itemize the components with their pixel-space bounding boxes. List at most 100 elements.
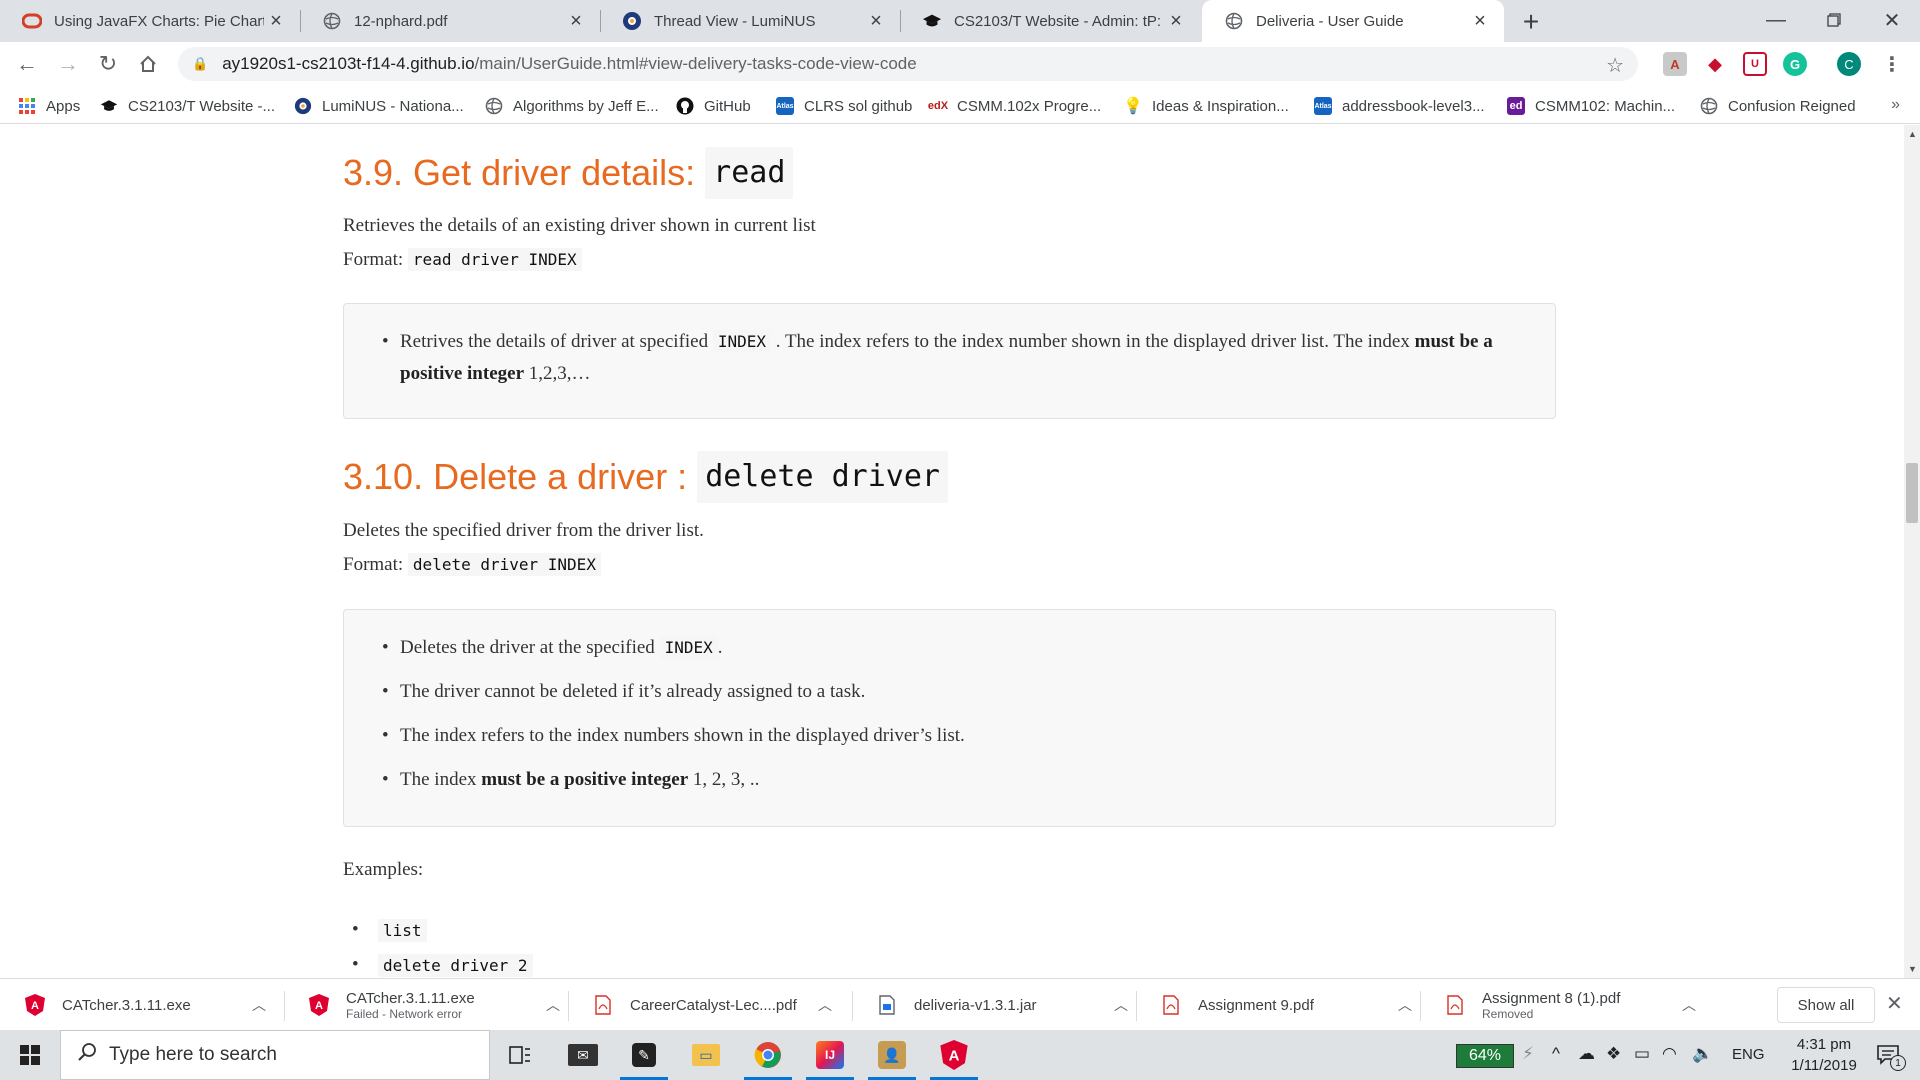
task-view-icon[interactable] [490, 1030, 550, 1080]
tab-javafx-charts[interactable]: Using JavaFX Charts: Pie Chart | J × [0, 0, 300, 42]
note-text: 1, 2, 3, .. [692, 769, 760, 790]
angular-icon[interactable]: A [924, 1030, 984, 1080]
bookmark-apps[interactable]: Apps [18, 95, 80, 117]
graduation-cap-icon [922, 11, 942, 31]
pdf-icon [1444, 994, 1466, 1016]
format-line: Format: delete driver INDEX [343, 548, 1556, 582]
grammarly-extension-icon[interactable]: G [1783, 52, 1807, 76]
heading-code: read [705, 147, 794, 199]
dropbox-icon[interactable]: ❖ [1606, 1044, 1621, 1064]
windows-start-icon[interactable] [0, 1030, 60, 1080]
close-icon[interactable]: × [1164, 9, 1188, 33]
chevron-up-icon[interactable]: ^ [1552, 1044, 1560, 1064]
power-plug-icon: ⚡ [1522, 1044, 1534, 1063]
battery-icon[interactable]: ▭ [1634, 1044, 1650, 1064]
window-close-icon[interactable]: ✕ [1864, 0, 1920, 40]
volume-icon[interactable]: 🔈 [1692, 1044, 1713, 1064]
download-item[interactable]: Assignment 9.pdf ︿ [1136, 979, 1412, 1031]
close-icon[interactable]: × [264, 9, 288, 33]
show-all-button[interactable]: Show all [1777, 987, 1875, 1023]
list-item: The driver cannot be deleted if it’s alr… [382, 676, 1525, 708]
close-icon[interactable]: × [864, 9, 888, 33]
profile-avatar[interactable]: C [1837, 52, 1861, 76]
download-item[interactable]: A CATcher.3.1.11.exe ︿ [0, 979, 266, 1031]
bookmark-github[interactable]: GitHub [676, 95, 751, 117]
mcafee-extension-icon[interactable]: ◆ [1703, 52, 1727, 76]
chevron-up-icon[interactable]: ︿ [818, 995, 832, 1015]
bookmark-csmm102x[interactable]: edX CSMM.102x Progre... [928, 95, 1101, 117]
acrobat-extension-icon[interactable]: A [1663, 52, 1687, 76]
bookmarks-overflow-icon[interactable]: » [1891, 96, 1900, 114]
tab-cs2103-website[interactable]: CS2103/T Website - Admin: tP: D × [900, 0, 1200, 42]
bookmark-addressbook-level3[interactable]: Atlas addressbook-level3... [1314, 95, 1485, 117]
maximize-icon[interactable] [1806, 0, 1862, 40]
contacts-app-icon[interactable]: 👤 [862, 1030, 922, 1080]
battery-indicator[interactable]: 64% [1456, 1044, 1514, 1068]
luminus-icon [622, 11, 642, 31]
sticky-notes-icon[interactable]: ✎ [614, 1030, 674, 1080]
close-icon[interactable]: × [564, 9, 588, 33]
bookmark-algorithms[interactable]: Algorithms by Jeff E... [485, 95, 659, 117]
pocket-extension-icon[interactable]: U [1743, 52, 1767, 76]
bookmark-clrs-sol-github[interactable]: Atlas CLRS sol github [776, 95, 912, 117]
bookmark-luminus[interactable]: LumiNUS - Nationa... [294, 95, 464, 117]
bookmark-cs2103-website[interactable]: CS2103/T Website -... [100, 95, 275, 117]
lock-icon[interactable]: 🔒 [192, 56, 208, 72]
reload-icon[interactable]: ↻ [92, 48, 124, 80]
chrome-icon[interactable] [738, 1030, 798, 1080]
new-tab-plus-icon[interactable]: + [1515, 6, 1547, 38]
windows-taskbar: Type here to search ✉ ✎ ▭ IJ 👤 A 64% ⚡ ^… [0, 1030, 1920, 1080]
download-status: Failed - Network error [346, 1006, 463, 1021]
tab-deliveria-user-guide[interactable]: Deliveria - User Guide × [1202, 0, 1504, 42]
mail-icon[interactable]: ✉ [553, 1030, 613, 1080]
chevron-up-icon[interactable]: ︿ [1682, 995, 1696, 1015]
heading-code: delete driver [697, 451, 948, 503]
download-item[interactable]: A CATcher.3.1.11.exe Failed - Network er… [284, 979, 560, 1031]
forward-arrow-icon[interactable]: → [52, 48, 84, 80]
close-icon[interactable]: × [1468, 9, 1492, 33]
onedrive-cloud-icon[interactable]: ☁ [1578, 1044, 1595, 1064]
tab-thread-view-luminus[interactable]: Thread View - LumiNUS × [600, 0, 900, 42]
bookmark-label: CS2103/T Website -... [128, 97, 276, 115]
close-icon[interactable]: ✕ [1886, 991, 1903, 1016]
scroll-up-arrow-icon[interactable]: ▲ [1908, 129, 1917, 139]
url-path: /main/UserGuide.html#view-delivery-tasks… [474, 54, 917, 73]
bookmark-csmm102-machine[interactable]: ed CSMM102: Machin... [1507, 95, 1675, 117]
download-item[interactable]: deliveria-v1.3.1.jar ︿ [852, 979, 1128, 1031]
menu-kebab-icon[interactable]: ⋮ [1880, 52, 1904, 76]
minimize-icon[interactable]: — [1748, 0, 1804, 40]
bookmark-star-icon[interactable]: ☆ [1606, 53, 1624, 78]
oracle-icon [22, 11, 42, 31]
scrollbar-thumb[interactable] [1906, 463, 1918, 523]
scroll-down-arrow-icon[interactable]: ▼ [1908, 964, 1917, 974]
download-item[interactable]: Assignment 8 (1).pdf Removed ︿ [1420, 979, 1696, 1031]
globe-icon [1224, 11, 1244, 31]
tab-nphard-pdf[interactable]: 12-nphard.pdf × [300, 0, 600, 42]
bookmark-label: Algorithms by Jeff E... [513, 97, 659, 115]
bookmark-confusion-reigned[interactable]: Confusion Reigned [1700, 95, 1856, 117]
page-scrollbar[interactable]: ▲ ▼ [1904, 125, 1920, 978]
home-icon[interactable] [132, 48, 164, 80]
intellij-icon[interactable]: IJ [800, 1030, 860, 1080]
address-bar[interactable]: 🔒 ay1920s1-cs2103t-f14-4.github.io /main… [178, 47, 1638, 81]
chevron-up-icon[interactable]: ︿ [1114, 995, 1128, 1015]
chevron-up-icon[interactable]: ︿ [252, 995, 266, 1015]
language-indicator[interactable]: ENG [1732, 1046, 1765, 1063]
download-name: deliveria-v1.3.1.jar [914, 996, 1037, 1014]
chevron-up-icon[interactable]: ︿ [546, 995, 560, 1015]
back-arrow-icon[interactable]: ← [11, 48, 43, 80]
list-item: list [348, 913, 533, 948]
notification-count-badge: 1 [1890, 1055, 1906, 1071]
notification-center-icon[interactable]: 1 [1868, 1038, 1908, 1072]
download-item[interactable]: CareerCatalyst-Lec....pdf ︿ [568, 979, 832, 1031]
taskbar-search-box[interactable]: Type here to search [60, 1030, 490, 1080]
svg-text:A: A [315, 1000, 323, 1012]
chevron-up-icon[interactable]: ︿ [1398, 995, 1412, 1015]
download-name: Assignment 8 (1).pdf [1482, 989, 1621, 1007]
globe-icon [1700, 97, 1718, 115]
bookmark-ideas-inspiration[interactable]: 💡 Ideas & Inspiration... [1123, 95, 1289, 117]
file-explorer-icon[interactable]: ▭ [676, 1030, 736, 1080]
system-clock[interactable]: 4:31 pm 1/11/2019 [1774, 1034, 1874, 1076]
bookmark-label: GitHub [704, 97, 751, 115]
wifi-icon[interactable]: ◠ [1662, 1044, 1677, 1064]
